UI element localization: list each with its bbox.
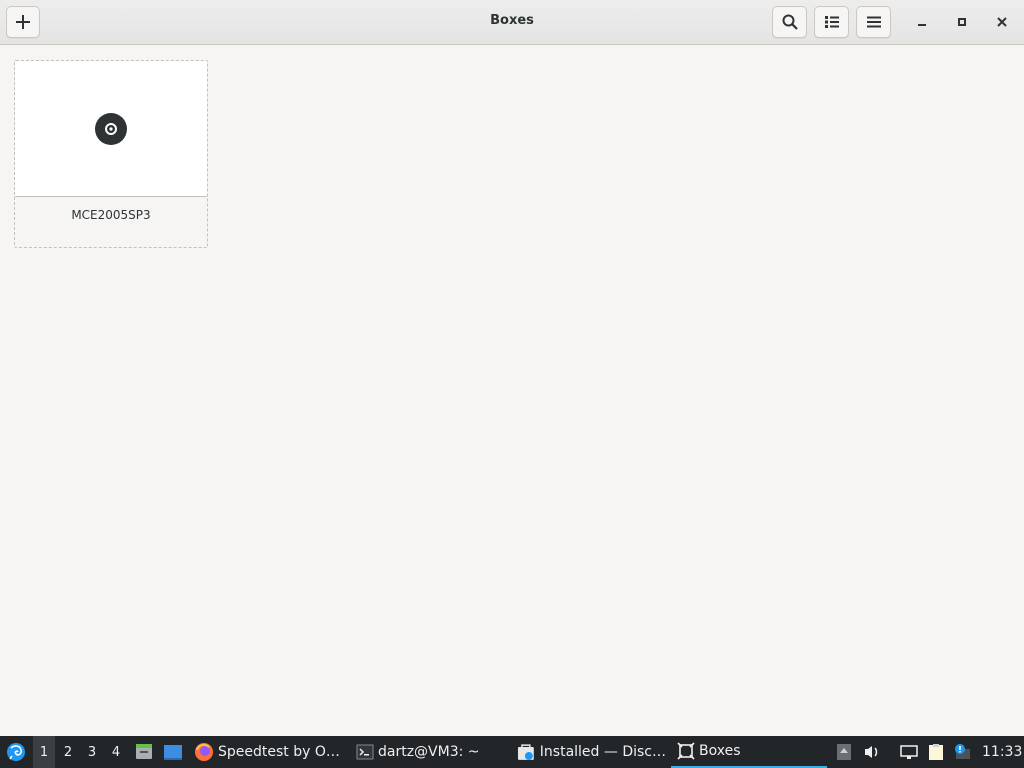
discover-icon [517, 744, 534, 760]
view-toggle-button[interactable] [814, 6, 849, 38]
volume-icon [862, 742, 882, 762]
close-icon [997, 17, 1007, 27]
network-icon [899, 742, 919, 762]
file-manager-icon [136, 744, 152, 759]
machine-card[interactable]: MCE2005SP3 [14, 60, 208, 248]
hamburger-menu-icon [866, 16, 881, 28]
desktop-4[interactable]: 4 [105, 736, 127, 768]
terminal-icon [356, 744, 374, 760]
machines-view: MCE2005SP3 [0, 46, 1024, 736]
maximize-icon [958, 18, 966, 26]
minimize-button[interactable] [908, 8, 936, 36]
task-label: dartz@VM3: ~ [378, 744, 480, 760]
minimize-icon [918, 24, 926, 26]
tray-storage[interactable] [834, 736, 854, 768]
maximize-button[interactable] [948, 8, 976, 36]
machine-name: MCE2005SP3 [71, 208, 151, 222]
header-bar: Boxes [0, 0, 1024, 45]
clock[interactable]: 11:33 [982, 736, 1022, 768]
updates-icon [952, 742, 972, 762]
show-desktop-icon [164, 745, 182, 760]
disc-icon [95, 112, 127, 145]
file-manager-launcher[interactable] [134, 736, 154, 768]
main-menu-button[interactable] [856, 6, 891, 38]
task-speedtest[interactable]: Speedtest by O… [194, 736, 344, 768]
desktop-1[interactable]: 1 [33, 736, 55, 768]
tray-network[interactable] [899, 736, 919, 768]
boxes-icon [677, 742, 695, 760]
machine-thumbnail[interactable] [15, 61, 207, 197]
app-launcher-button[interactable] [4, 736, 28, 768]
task-label: Speedtest by O… [218, 744, 340, 760]
storage-icon [834, 742, 854, 762]
close-button[interactable] [988, 8, 1016, 36]
task-label: Boxes [699, 743, 741, 759]
app-launcher-icon [7, 743, 25, 761]
task-label: Installed — Disc… [539, 744, 666, 760]
desktop-3[interactable]: 3 [81, 736, 103, 768]
taskbar: 1 2 3 4 Speedtest by O… dartz@VM3: ~ Ins… [0, 736, 1024, 768]
list-view-icon [824, 16, 839, 28]
clipboard-icon [926, 742, 946, 762]
search-button[interactable] [772, 6, 807, 38]
firefox-icon [195, 743, 213, 761]
tray-clipboard[interactable] [926, 736, 946, 768]
search-icon [782, 14, 798, 30]
show-desktop-button[interactable] [162, 736, 184, 768]
tray-volume[interactable] [862, 736, 882, 768]
desktop-2[interactable]: 2 [57, 736, 79, 768]
tray-updates[interactable] [952, 736, 972, 768]
task-discover[interactable]: Installed — Disc… [516, 736, 666, 768]
task-terminal[interactable]: dartz@VM3: ~ [356, 736, 506, 768]
task-boxes[interactable]: Boxes [671, 736, 827, 768]
